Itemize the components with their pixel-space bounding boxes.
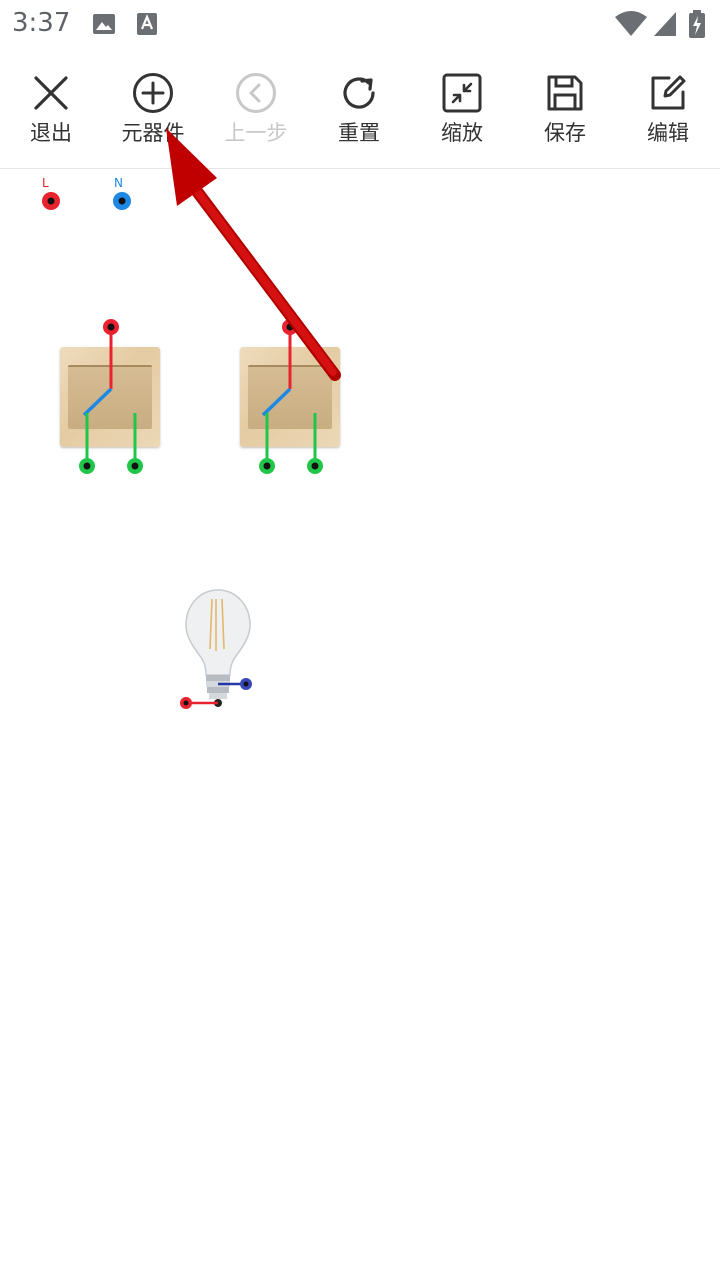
switch-1-output-a-terminal[interactable] — [79, 458, 95, 474]
chevron-left-circle-icon — [236, 73, 276, 113]
bulb-live-terminal[interactable] — [180, 697, 192, 709]
edit-label: 编辑 — [647, 121, 689, 145]
switch-2-output-b-terminal[interactable] — [307, 458, 323, 474]
reset-label: 重置 — [338, 121, 380, 145]
zoom-button[interactable]: 缩放 — [417, 72, 507, 162]
switch-2-input-terminal[interactable] — [282, 319, 298, 335]
bulb-neutral-terminal[interactable] — [240, 678, 252, 690]
save-button[interactable]: 保存 — [520, 72, 610, 162]
status-bar: 3:37 — [0, 0, 720, 48]
switch-2-output-a-terminal[interactable] — [259, 458, 275, 474]
live-terminal-label: L — [42, 176, 49, 190]
switch-1-rocker — [68, 365, 152, 429]
wifi-icon — [615, 11, 647, 36]
neutral-terminal-label: N — [114, 176, 123, 190]
exit-label: 退出 — [30, 121, 72, 145]
cell-signal-icon — [654, 12, 676, 36]
live-terminal[interactable] — [42, 192, 60, 210]
switch-1-input-terminal[interactable] — [103, 319, 119, 335]
shrink-icon — [442, 73, 482, 113]
switch-1-output-b-terminal[interactable] — [127, 458, 143, 474]
light-bulb[interactable] — [185, 589, 251, 707]
undo-label: 上一步 — [224, 121, 288, 145]
status-time: 3:37 — [12, 8, 71, 38]
exit-button[interactable]: 退出 — [6, 72, 96, 162]
neutral-terminal[interactable] — [113, 192, 131, 210]
toolbar: 退出 元器件 上一步 重置 缩放 保存 编辑 — [0, 60, 720, 169]
reset-button[interactable]: 重置 — [314, 72, 404, 162]
edit-button[interactable]: 编辑 — [623, 72, 713, 162]
switch-2-rocker — [248, 365, 332, 429]
undo-button[interactable]: 上一步 — [211, 72, 301, 162]
bulb-wiring — [186, 682, 246, 705]
refresh-icon — [343, 77, 375, 109]
floppy-disk-icon — [547, 75, 583, 111]
switch-2[interactable] — [240, 347, 340, 447]
switch-1[interactable] — [60, 347, 160, 447]
font-a-icon — [137, 13, 157, 35]
save-label: 保存 — [544, 121, 586, 145]
close-icon — [34, 76, 68, 110]
edit-square-icon — [651, 75, 686, 110]
components-label: 元器件 — [121, 121, 185, 145]
zoom-label: 缩放 — [441, 121, 483, 145]
add-circle-icon — [133, 73, 173, 113]
components-button[interactable]: 元器件 — [108, 72, 198, 162]
circuit-canvas[interactable]: L N — [0, 169, 720, 1280]
image-icon — [93, 14, 115, 34]
battery-charging-icon — [689, 10, 705, 38]
